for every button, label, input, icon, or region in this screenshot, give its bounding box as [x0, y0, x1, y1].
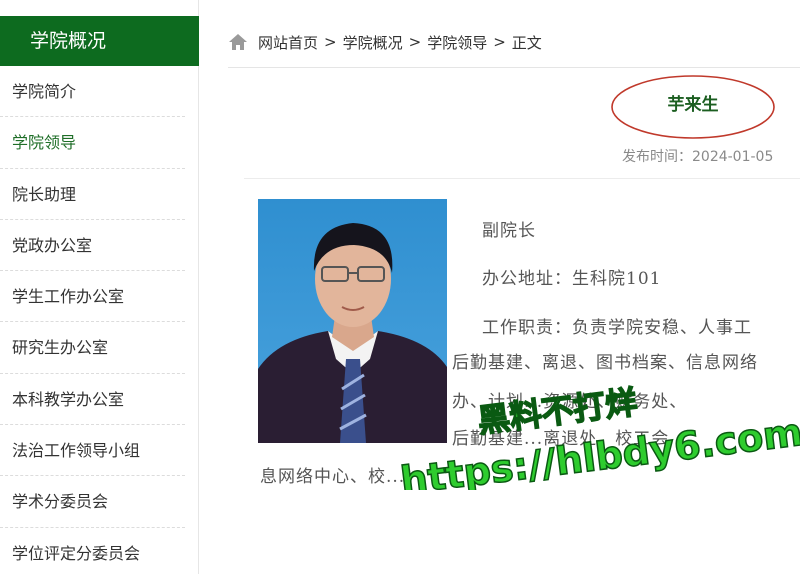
duties-line: 工作职责：负责学院安稳、人事工 [482, 318, 752, 338]
duties-line: 后勤基建、离退、图书档案、信息网络 [452, 353, 758, 373]
sidebar-title: 学院概况 [0, 16, 199, 66]
sidebar-item-degree-committee[interactable]: 学位评定分委员会 [0, 528, 185, 574]
divider [244, 178, 800, 179]
sidebar-item-party-office[interactable]: 党政办公室 [0, 220, 185, 272]
divider [228, 67, 800, 68]
breadcrumb-separator: > [493, 33, 506, 51]
breadcrumb: 网站首页 > 学院概况 > 学院领导 > 正文 [228, 30, 542, 54]
sidebar-item-academic-committee[interactable]: 学术分委员会 [0, 476, 185, 528]
sidebar-item-legal-group[interactable]: 法治工作领导小组 [0, 425, 185, 477]
duties-line: 息网络中心、校... [260, 467, 406, 487]
sidebar-item-student-office[interactable]: 学生工作办公室 [0, 271, 185, 323]
breadcrumb-leaders[interactable]: 学院领导 [427, 32, 487, 53]
sidebar-item-leaders[interactable]: 学院领导 [0, 117, 185, 169]
portrait-photo [258, 199, 447, 443]
sidebar-item-dean-assistant[interactable]: 院长助理 [0, 169, 185, 220]
article-title-wrap: 芋来生 [610, 74, 776, 140]
breadcrumb-separator: > [324, 33, 337, 51]
publish-date: 发布时间：2024-01-05 [622, 149, 774, 165]
office-address: 办公地址：生科院101 [482, 269, 662, 289]
sidebar: 学院概况 学院简介 学院领导 院长助理 党政办公室 学生工作办公室 研究生办公室… [0, 0, 199, 574]
position-text: 副院长 [482, 221, 536, 241]
duties-line: 办、计划...资源处、财务处、 [452, 392, 688, 412]
breadcrumb-current: 正文 [511, 33, 542, 52]
breadcrumb-separator: > [408, 33, 422, 51]
watermark-line2: https://hlbdy6.com [398, 410, 800, 490]
sidebar-nav: 学院简介 学院领导 院长助理 党政办公室 学生工作办公室 研究生办公室 本科教学… [0, 66, 199, 574]
sidebar-item-graduate-office[interactable]: 研究生办公室 [0, 322, 185, 374]
duties-line: 后勤基建...离退处、校工会 [452, 429, 670, 449]
breadcrumb-overview[interactable]: 学院概况 [343, 32, 403, 53]
breadcrumb-home[interactable]: 网站首页 [258, 32, 318, 53]
sidebar-item-intro[interactable]: 学院简介 [0, 66, 185, 118]
home-icon[interactable] [228, 33, 248, 51]
sidebar-item-undergrad-office[interactable]: 本科教学办公室 [0, 374, 185, 426]
article-title: 芋来生 [667, 95, 719, 115]
